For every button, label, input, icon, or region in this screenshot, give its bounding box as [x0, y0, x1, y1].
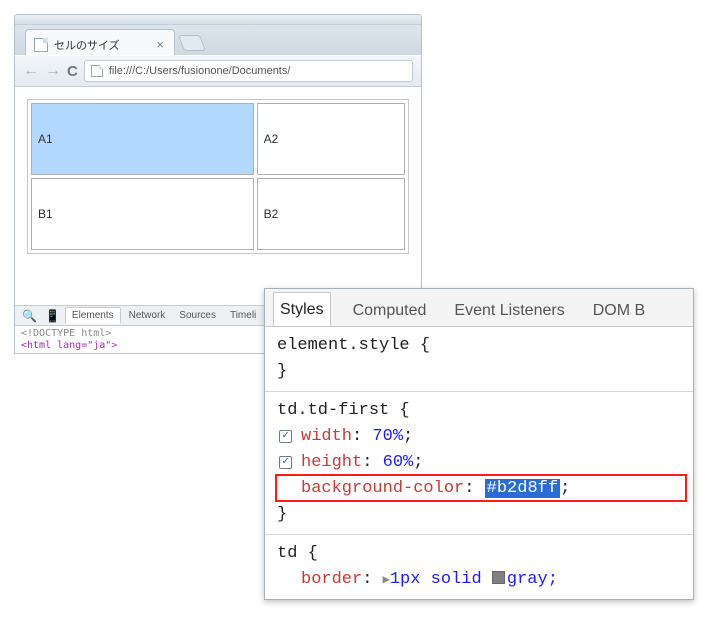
- cell-b1: B1: [31, 178, 254, 250]
- cell-a1: A1: [31, 103, 254, 175]
- color-swatch[interactable]: [492, 571, 505, 584]
- table-row: A1 A2: [31, 103, 405, 175]
- devtools-tab-sources[interactable]: Sources: [173, 308, 222, 323]
- css-prop-value: 70%: [372, 427, 403, 446]
- css-selector: td: [277, 544, 297, 563]
- toggle-prop-checkbox[interactable]: ✓: [279, 430, 292, 443]
- cell-a2: A2: [257, 103, 405, 175]
- toggle-prop-checkbox[interactable]: ✓: [279, 456, 292, 469]
- back-button[interactable]: ←: [23, 62, 39, 80]
- new-tab-button[interactable]: [178, 35, 206, 51]
- styles-panel: Styles Computed Event Listeners DOM B el…: [264, 288, 694, 600]
- tab-title: セルのサイズ: [54, 37, 120, 53]
- reload-button[interactable]: C: [67, 63, 78, 80]
- css-rule: td { border: ▶1px solid gray;: [265, 535, 693, 599]
- css-rule: td.td-first { ✓ width: 70%; ✓ height: 60…: [265, 392, 693, 535]
- table-row: B1 B2: [31, 178, 405, 250]
- cell-b2: B2: [257, 178, 405, 250]
- demo-table: A1 A2 B1 B2: [27, 99, 409, 254]
- css-selector: td.td-first: [277, 401, 389, 420]
- css-prop-name: background-color: [301, 479, 464, 498]
- brace-close: }: [277, 362, 287, 381]
- tab-computed[interactable]: Computed: [347, 294, 433, 326]
- url-text: file:///C:/Users/fusionone/Documents/: [109, 65, 291, 77]
- browser-toolbar: ← → C file:///C:/Users/fusionone/Documen…: [15, 55, 421, 87]
- css-prop-name: height: [301, 453, 362, 472]
- css-prop-value-editing[interactable]: #b2d8ff: [485, 479, 560, 498]
- css-declaration[interactable]: border: ▶1px solid gray;: [277, 567, 681, 593]
- page-viewport: A1 A2 B1 B2: [15, 87, 421, 305]
- forward-button[interactable]: →: [45, 62, 61, 80]
- brace-open: {: [399, 401, 409, 420]
- window-titlebar: [15, 15, 421, 25]
- devtools-tab-elements[interactable]: Elements: [65, 307, 121, 324]
- search-icon[interactable]: 🔍: [19, 309, 40, 323]
- css-prop-name: border: [301, 570, 362, 589]
- close-tab-button[interactable]: ×: [156, 38, 164, 51]
- page-icon: [91, 65, 103, 77]
- tab-dom-breakpoints[interactable]: DOM B: [587, 294, 651, 326]
- browser-tab[interactable]: セルのサイズ ×: [25, 29, 175, 55]
- css-prop-name: width: [301, 427, 352, 446]
- tab-strip: セルのサイズ ×: [15, 25, 421, 55]
- css-declaration[interactable]: ✓ height: 60%;: [277, 450, 681, 476]
- brace-open: {: [308, 544, 318, 563]
- tab-styles[interactable]: Styles: [273, 292, 331, 326]
- devtools-tab-timeline[interactable]: Timeli: [224, 308, 262, 323]
- styles-panel-tabs: Styles Computed Event Listeners DOM B: [265, 289, 693, 327]
- tab-event-listeners[interactable]: Event Listeners: [448, 294, 570, 326]
- css-selector: element.style: [277, 336, 410, 355]
- brace-open: {: [420, 336, 430, 355]
- css-prop-value: 60%: [383, 453, 414, 472]
- brace-close: }: [277, 505, 287, 524]
- css-prop-value-tail: gray;: [507, 570, 558, 589]
- expand-shorthand-icon[interactable]: ▶: [383, 573, 390, 587]
- page-icon: [34, 38, 48, 52]
- address-bar[interactable]: file:///C:/Users/fusionone/Documents/: [84, 60, 413, 82]
- devtools-tab-network[interactable]: Network: [123, 308, 172, 323]
- css-declaration[interactable]: background-color: #b2d8ff;: [277, 476, 681, 502]
- css-rule: element.style { }: [265, 327, 693, 392]
- device-icon[interactable]: 📱: [42, 309, 63, 323]
- css-declaration[interactable]: ✓ width: 70%;: [277, 424, 681, 450]
- css-prop-value: 1px solid: [390, 570, 482, 589]
- styles-panel-body: element.style { } td.td-first { ✓ width:…: [265, 327, 693, 599]
